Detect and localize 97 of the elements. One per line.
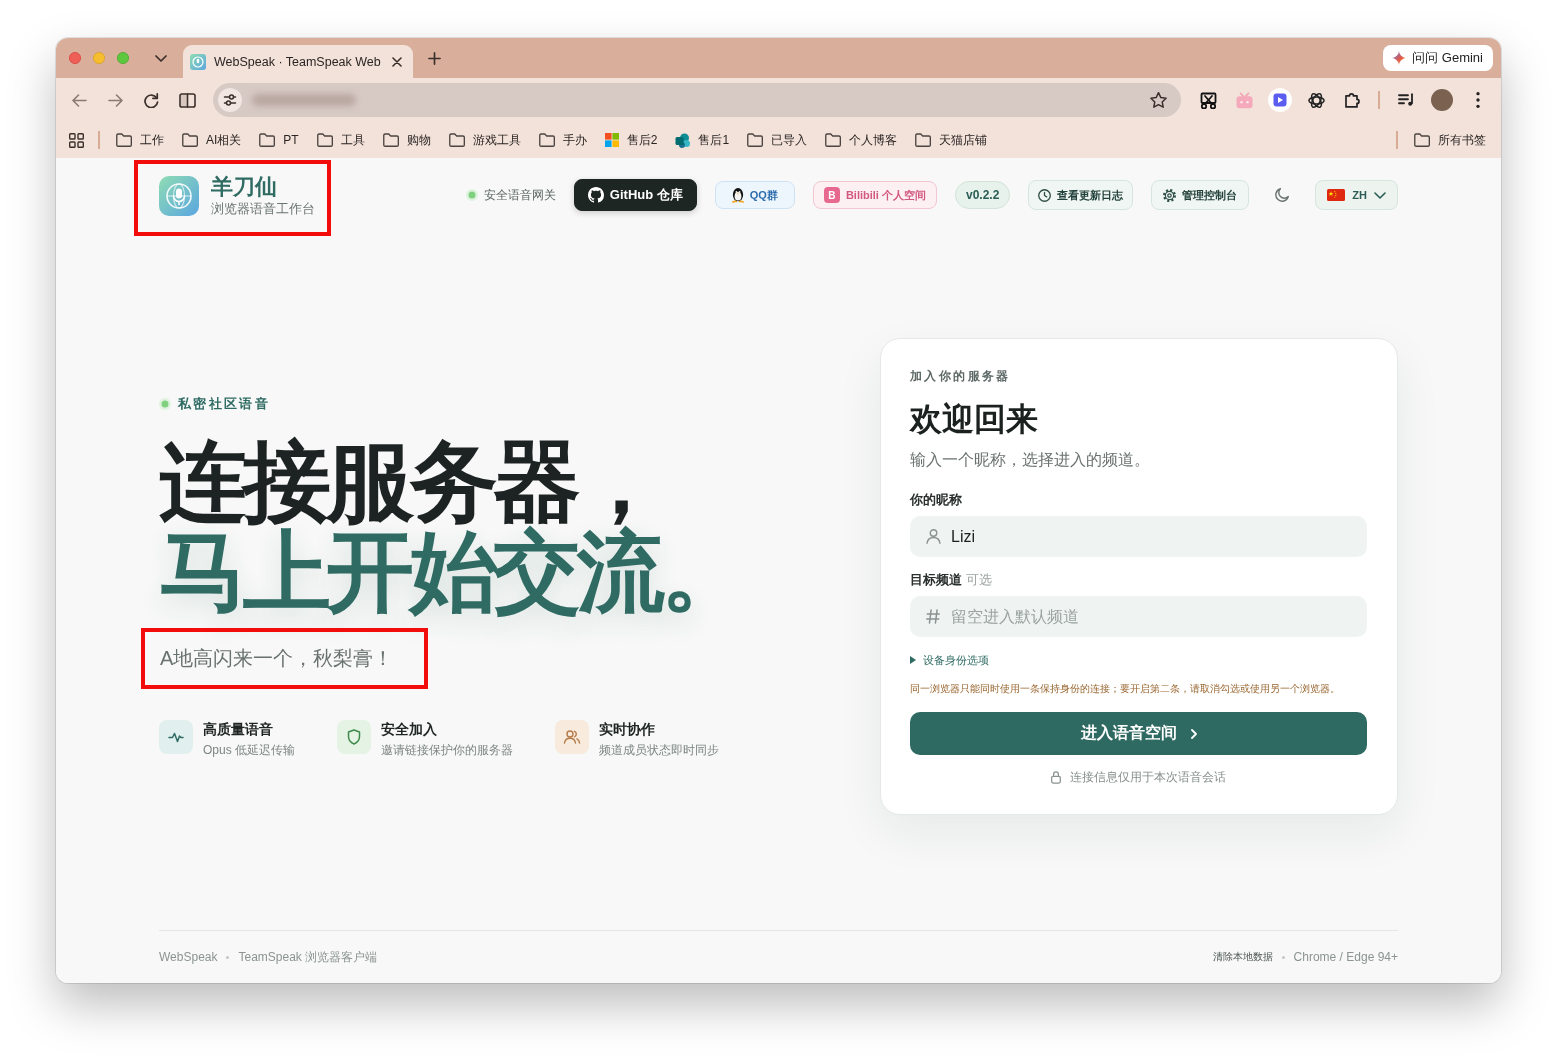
status-dot-icon (159, 398, 171, 410)
card-subtitle: 输入一个昵称，选择进入的频道。 (910, 450, 1151, 470)
card-title: 欢迎回来 (910, 400, 1039, 439)
clear-data-link[interactable]: 清除本地数据 (1212, 950, 1273, 964)
enter-button[interactable]: 进入语音空间 (910, 712, 1367, 755)
sliders-icon[interactable] (218, 88, 242, 112)
arrow-right-icon[interactable] (107, 93, 123, 107)
field-label: 你的昵称 (910, 491, 963, 509)
chevron-down-icon (1374, 191, 1386, 199)
headline-line: 马上开始交流。 (159, 527, 745, 617)
folder-icon (1414, 133, 1430, 147)
close-icon[interactable] (392, 56, 402, 67)
flag-icon (1327, 189, 1346, 201)
folder-icon (259, 133, 276, 147)
eyebrow-text: 私密社区语音 (178, 395, 271, 413)
device-options-toggle[interactable]: 设备身份选项 (910, 652, 989, 668)
browser-support-text: Chrome / Edge 94+ (1293, 950, 1398, 964)
brand-subtitle: 浏览器语音工作台 (211, 201, 315, 217)
bookmark-folder[interactable]: 手办 (529, 126, 596, 154)
footer-text: TeamSpeak 浏览器客户端 (238, 948, 378, 966)
logo-icon (190, 53, 206, 70)
folder-icon (747, 133, 764, 147)
chevron-right-icon (1190, 728, 1197, 739)
penguin-icon (731, 187, 744, 203)
gear-icon (1163, 188, 1177, 202)
pulse-icon (159, 720, 193, 754)
feature-title: 实时协作 (599, 720, 656, 738)
gemini-button[interactable]: 问问 Gemini (1383, 45, 1493, 71)
github-icon (587, 187, 604, 203)
moon-icon[interactable] (1275, 188, 1290, 202)
version-label: v0.2.2 (954, 181, 1011, 209)
playlist-icon[interactable] (1398, 93, 1414, 107)
bookmark-folder[interactable]: 天猫店铺 (906, 126, 997, 154)
bookmark-link[interactable]: 售后1 (666, 126, 739, 154)
folder-icon (116, 133, 132, 147)
feature-subtitle: 频道成员状态即时同步 (599, 742, 719, 758)
star-icon[interactable] (1150, 92, 1167, 108)
circles-logo-icon (675, 132, 691, 148)
scissors-icon[interactable] (1199, 91, 1217, 109)
chevron-down-icon[interactable] (155, 54, 167, 62)
logo-icon (159, 176, 199, 216)
reload-icon[interactable] (143, 92, 159, 108)
lock-icon (1051, 770, 1061, 784)
bookmark-folder[interactable]: 购物 (373, 126, 440, 154)
bookmark-folder[interactable]: 已导入 (738, 126, 817, 154)
nickname-field[interactable]: Lizi (910, 516, 1367, 557)
language-select[interactable]: ZH (1315, 180, 1398, 210)
user-icon (926, 529, 941, 544)
avatar-icon[interactable] (1431, 89, 1453, 111)
bookmark-folder[interactable]: 游戏工具 (439, 126, 530, 154)
logo-tile: B (823, 187, 840, 203)
footer-text: WebSpeak (159, 950, 218, 964)
folder-icon (915, 133, 932, 147)
shield-icon (337, 720, 371, 754)
browser-tab[interactable]: WebSpeak · TeamSpeak Web (183, 45, 413, 78)
warning-text: 同一浏览器只能同时使用一条保持身份的连接；要开启第二条，请取消勾选或使用另一个浏览器。 (910, 682, 1341, 696)
split-view-icon[interactable] (178, 92, 196, 108)
feature-subtitle: 邀请链接保护你的服务器 (381, 742, 513, 758)
changelog-button[interactable]: 查看更新日志 (1028, 180, 1134, 210)
apps-grid-icon[interactable] (69, 132, 84, 148)
folder-icon (382, 133, 399, 147)
privacy-note: 连接信息仅用于本次语音会话 (1070, 769, 1226, 785)
bookmark-folder[interactable]: 个人博客 (816, 126, 907, 154)
card-eyebrow: 加入你的服务器 (910, 368, 1012, 384)
folder-icon (825, 133, 842, 147)
qq-group-link[interactable]: QQ群 (714, 181, 795, 209)
hash-icon (926, 609, 940, 624)
users-icon (555, 720, 589, 754)
tiles-logo-icon (604, 133, 619, 147)
arrow-left-icon[interactable] (71, 93, 87, 107)
admin-console-button[interactable]: 管理控制台 (1151, 180, 1250, 210)
tagline: A地高闪来一个，秋梨膏！ (160, 646, 394, 671)
field-label: 目标频道 可选 (910, 571, 993, 589)
bookmark-folder[interactable]: 工作 (107, 126, 173, 154)
brand-name: 羊刀仙 (211, 175, 278, 199)
feature-subtitle: Opus 低延迟传输 (203, 742, 295, 758)
github-link[interactable]: GitHub 仓库 (573, 179, 697, 211)
feature-title: 安全加入 (381, 720, 438, 738)
channel-field[interactable]: 留空进入默认频道 (910, 596, 1367, 637)
folder-icon (448, 133, 465, 147)
sparkle-icon (1392, 51, 1407, 65)
folder-icon (182, 133, 198, 147)
bookmark-folder[interactable]: PT (250, 126, 308, 154)
clock-icon (1038, 188, 1052, 202)
folder-icon (538, 133, 555, 147)
bookmark-folder[interactable]: AI相关 (173, 126, 251, 154)
play-tile-icon[interactable] (1268, 88, 1292, 112)
plus-icon[interactable] (428, 51, 441, 65)
bookmark-link[interactable]: 售后2 (595, 126, 667, 154)
bookmark-folder[interactable]: 工具 (307, 126, 374, 154)
atom-icon[interactable] (1307, 91, 1325, 109)
more-icon[interactable] (1476, 92, 1480, 108)
folder-icon (316, 133, 333, 147)
feature-title: 高质量语音 (203, 720, 274, 738)
status-text: 安全语音网关 (483, 186, 556, 204)
puzzle-icon[interactable] (1344, 92, 1360, 108)
bookmark-folder[interactable]: 所有书签 (1405, 126, 1495, 154)
